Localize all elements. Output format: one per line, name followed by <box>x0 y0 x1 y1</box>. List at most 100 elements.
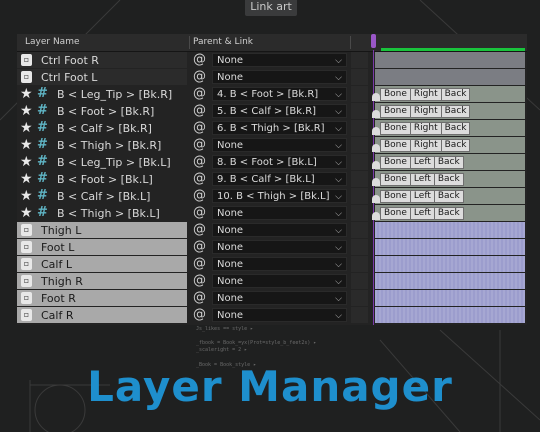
pickwhip-icon[interactable]: @ <box>193 189 206 203</box>
switch-cell[interactable] <box>351 86 368 102</box>
layer-name: Ctrl Foot R <box>41 54 99 67</box>
layer-row[interactable]: ▫ Ctrl Foot L @ None ⌵ <box>17 69 527 86</box>
layer-bar[interactable] <box>375 69 525 85</box>
layer-row[interactable]: ★ # B < Leg_Tip > [Bk.L] @8. B < Foot > [Bk… <box>17 154 527 171</box>
switch-cell[interactable] <box>351 222 368 238</box>
layer-row[interactable]: ★ # B < Foot > [Bk.L] @9. B < Calf > [Bk.L]… <box>17 171 527 188</box>
layer-name-cell[interactable]: ▫ Calf R <box>17 307 187 323</box>
parent-select[interactable]: 5. B < Calf > [Bk.R] ⌵ <box>212 104 347 118</box>
layer-name-cell[interactable]: ★ # B < Foot > [Bk.R] <box>17 103 187 119</box>
switch-cell[interactable] <box>351 171 368 187</box>
pickwhip-icon[interactable]: @ <box>193 291 206 305</box>
pickwhip-icon[interactable]: @ <box>193 308 206 322</box>
layer-row[interactable]: ▫ Ctrl Foot R @ None ⌵ <box>17 52 527 69</box>
tag-side: Right <box>409 122 442 135</box>
layer-name-cell[interactable]: ★ # B < Thigh > [Bk.L] <box>17 205 187 221</box>
layer-bar[interactable] <box>375 290 525 306</box>
parent-select[interactable]: 4. B < Foot > [Bk.R] ⌵ <box>212 87 347 101</box>
layer-bar[interactable] <box>375 52 525 68</box>
layer-bar[interactable] <box>375 273 525 289</box>
tab-link-art[interactable]: Link art <box>245 0 297 16</box>
layer-name-cell[interactable]: ▫ Calf L <box>17 256 187 272</box>
parent-select[interactable]: None ⌵ <box>212 257 347 271</box>
parent-select[interactable]: None ⌵ <box>212 223 347 237</box>
switch-cell[interactable] <box>351 188 368 204</box>
current-time-indicator[interactable] <box>371 34 376 48</box>
layer-name-cell[interactable]: ▫ Ctrl Foot R <box>17 52 187 68</box>
pickwhip-icon[interactable]: @ <box>193 53 206 67</box>
layer-name-cell[interactable]: ▫ Thigh R <box>17 273 187 289</box>
switch-cell[interactable] <box>351 69 368 85</box>
switch-cell[interactable] <box>351 137 368 153</box>
layer-name-cell[interactable]: ★ # B < Foot > [Bk.L] <box>17 171 187 187</box>
layer-name-cell[interactable]: ★ # B < Leg_Tip > [Bk.L] <box>17 154 187 170</box>
switch-cell[interactable] <box>351 239 368 255</box>
layer-row[interactable]: ★ # B < Foot > [Bk.R] @5. B < Calf > [Bk.R]… <box>17 103 527 120</box>
layer-row[interactable]: ▫ Foot R @ None ⌵ <box>17 290 527 307</box>
parent-select[interactable]: None ⌵ <box>212 70 347 84</box>
pickwhip-icon[interactable]: @ <box>193 257 206 271</box>
work-area-bar[interactable] <box>381 48 525 51</box>
layer-row[interactable]: ▫ Foot L @ None ⌵ <box>17 239 527 256</box>
parent-link-header[interactable]: Parent & Link <box>193 37 253 47</box>
bone-tags: Bone Right Back <box>380 122 471 135</box>
pickwhip-icon[interactable]: @ <box>193 70 206 84</box>
pickwhip-icon[interactable]: @ <box>193 121 206 135</box>
layer-name-cell[interactable]: ▫ Ctrl Foot L <box>17 69 187 85</box>
pickwhip-icon[interactable]: @ <box>193 172 206 186</box>
switch-cell[interactable] <box>351 273 368 289</box>
parent-select[interactable]: 6. B < Thigh > [Bk.R] ⌵ <box>212 121 347 135</box>
parent-select[interactable]: 10. B < Thigh > [Bk.L] ⌵ <box>212 189 347 203</box>
parent-select[interactable]: None ⌵ <box>212 240 347 254</box>
layer-name-cell[interactable]: ★ # B < Calf > [Bk.L] <box>17 188 187 204</box>
pickwhip-icon[interactable]: @ <box>193 138 206 152</box>
switch-cell[interactable] <box>351 154 368 170</box>
layer-row[interactable]: ▫ Calf R @ None ⌵ <box>17 307 527 324</box>
anchor-icon <box>372 110 380 118</box>
layer-name: B < Thigh > [Bk.R] <box>57 139 162 152</box>
layer-name-cell[interactable]: ★ # B < Calf > [Bk.R] <box>17 120 187 136</box>
parent-select[interactable]: None ⌵ <box>212 53 347 67</box>
layer-row[interactable]: ★ # B < Calf > [Bk.R] @6. B < Thigh > [Bk.R… <box>17 120 527 137</box>
switch-cell[interactable] <box>351 205 368 221</box>
switch-cell[interactable] <box>351 290 368 306</box>
switch-cell[interactable] <box>351 103 368 119</box>
layer-row[interactable]: ★ # B < Thigh > [Bk.R] @ None ⌵ Bone Right Back <box>17 137 527 154</box>
parent-select[interactable]: None ⌵ <box>212 138 347 152</box>
switch-cell[interactable] <box>351 256 368 272</box>
layer-bar[interactable] <box>375 307 525 323</box>
pickwhip-icon[interactable]: @ <box>193 87 206 101</box>
pickwhip-icon[interactable]: @ <box>193 206 206 220</box>
pickwhip-icon[interactable]: @ <box>193 155 206 169</box>
layer-name-cell[interactable]: ★ # B < Leg_Tip > [Bk.R] <box>17 86 187 102</box>
parent-select[interactable]: 9. B < Calf > [Bk.L] ⌵ <box>212 172 347 186</box>
switch-cell[interactable] <box>351 307 368 323</box>
layer-name-cell[interactable]: ▫ Thigh L <box>17 222 187 238</box>
parent-select[interactable]: 8. B < Foot > [Bk.L] ⌵ <box>212 155 347 169</box>
star-icon: ★ <box>20 171 33 187</box>
layer-row[interactable]: ▫ Thigh L @ None ⌵ <box>17 222 527 239</box>
layer-bar[interactable] <box>375 239 525 255</box>
layer-row[interactable]: ★ # B < Leg_Tip > [Bk.R] @4. B < Foot > [Bk… <box>17 86 527 103</box>
parent-select[interactable]: None ⌵ <box>212 206 347 220</box>
layer-name-cell[interactable]: ★ # B < Thigh > [Bk.R] <box>17 137 187 153</box>
pickwhip-icon[interactable]: @ <box>193 223 206 237</box>
switch-cell[interactable] <box>351 120 368 136</box>
pickwhip-icon[interactable]: @ <box>193 240 206 254</box>
pickwhip-icon[interactable]: @ <box>193 104 206 118</box>
parent-select[interactable]: None ⌵ <box>212 291 347 305</box>
layer-bar[interactable] <box>375 222 525 238</box>
layer-row[interactable]: ▫ Calf L @ None ⌵ <box>17 256 527 273</box>
pickwhip-icon[interactable]: @ <box>193 274 206 288</box>
layer-bar[interactable] <box>375 256 525 272</box>
layer-row[interactable]: ★ # B < Thigh > [Bk.L] @ None ⌵ Bone Left Back <box>17 205 527 222</box>
parent-select[interactable]: None ⌵ <box>212 274 347 288</box>
layer-row[interactable]: ▫ Thigh R @ None ⌵ <box>17 273 527 290</box>
layer-row[interactable]: ★ # B < Calf > [Bk.L] @10. B < Thigh > [Bk.… <box>17 188 527 205</box>
switch-cell[interactable] <box>351 52 368 68</box>
layer-name-cell[interactable]: ▫ Foot L <box>17 239 187 255</box>
layer-name: B < Thigh > [Bk.L] <box>57 207 160 220</box>
layer-name-cell[interactable]: ▫ Foot R <box>17 290 187 306</box>
layer-name-header[interactable]: Layer Name <box>25 37 80 47</box>
parent-select[interactable]: None ⌵ <box>212 308 347 322</box>
